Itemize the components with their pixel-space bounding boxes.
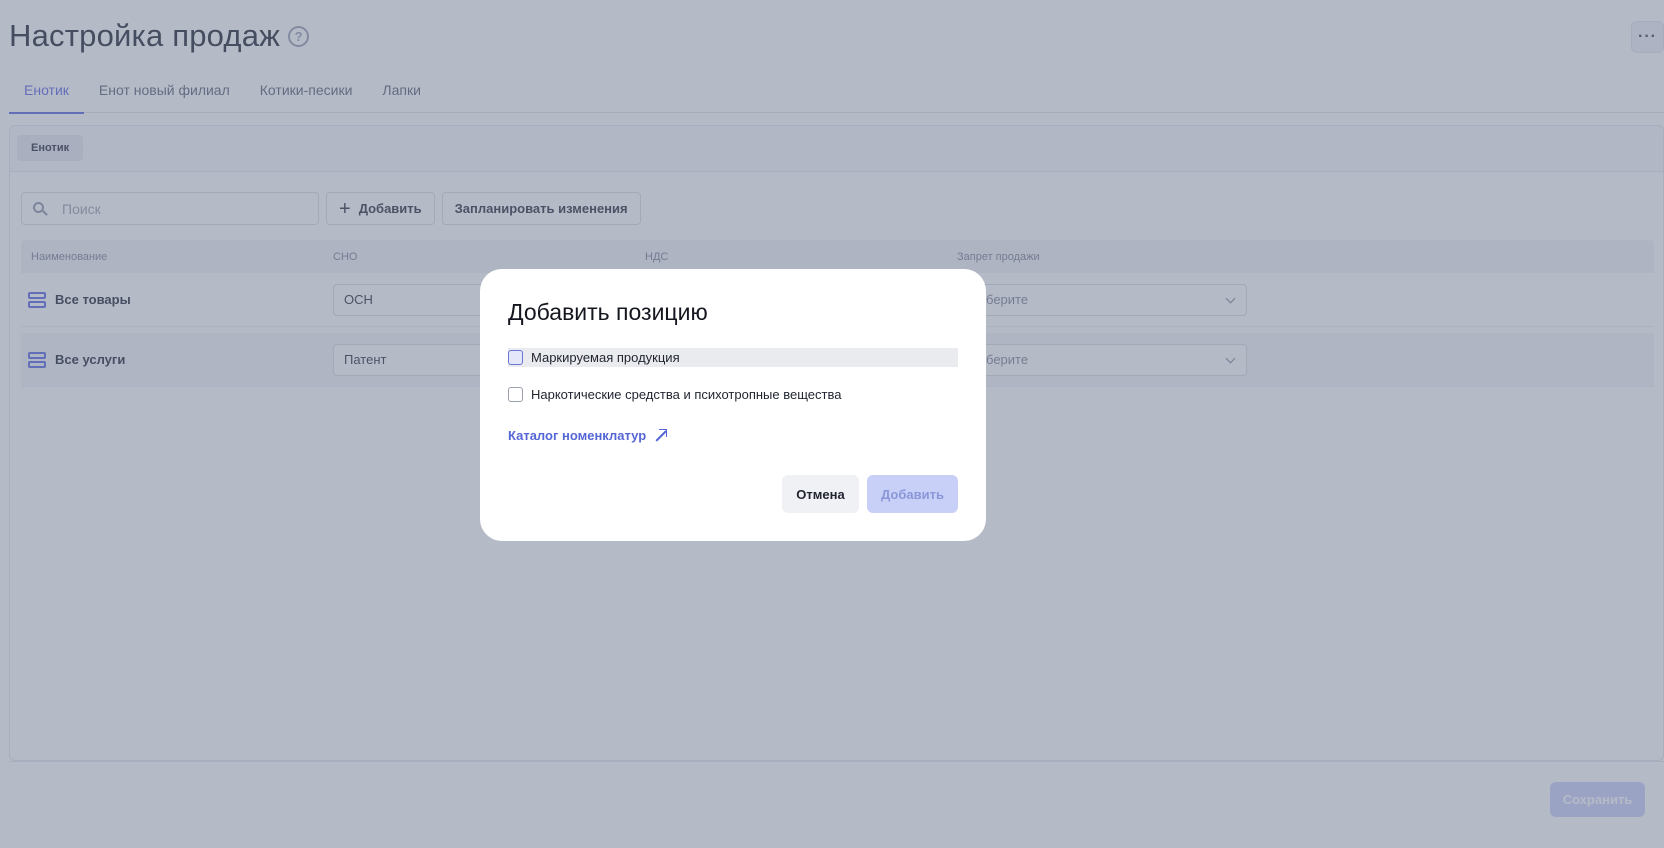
catalog-link[interactable]: Каталог номенклатур (508, 428, 668, 443)
add-position-dialog: Добавить позицию Маркируемая продукция Н… (480, 269, 986, 541)
dialog-title: Добавить позицию (508, 299, 708, 325)
labeled-products-checkbox[interactable] (508, 350, 523, 365)
external-link-arrow-icon (653, 428, 668, 443)
catalog-link-label: Каталог номенклатур (508, 428, 647, 443)
cancel-button[interactable]: Отмена (782, 475, 859, 513)
option-label: Маркируемая продукция (531, 350, 680, 365)
add-button[interactable]: Добавить (867, 475, 958, 513)
option-narcotic-substances[interactable]: Наркотические средства и психотропные ве… (508, 385, 958, 404)
dialog-actions: Отмена Добавить (782, 475, 958, 513)
option-labeled-products[interactable]: Маркируемая продукция (508, 348, 958, 367)
option-label: Наркотические средства и психотропные ве… (531, 387, 842, 402)
narcotic-substances-checkbox[interactable] (508, 387, 523, 402)
